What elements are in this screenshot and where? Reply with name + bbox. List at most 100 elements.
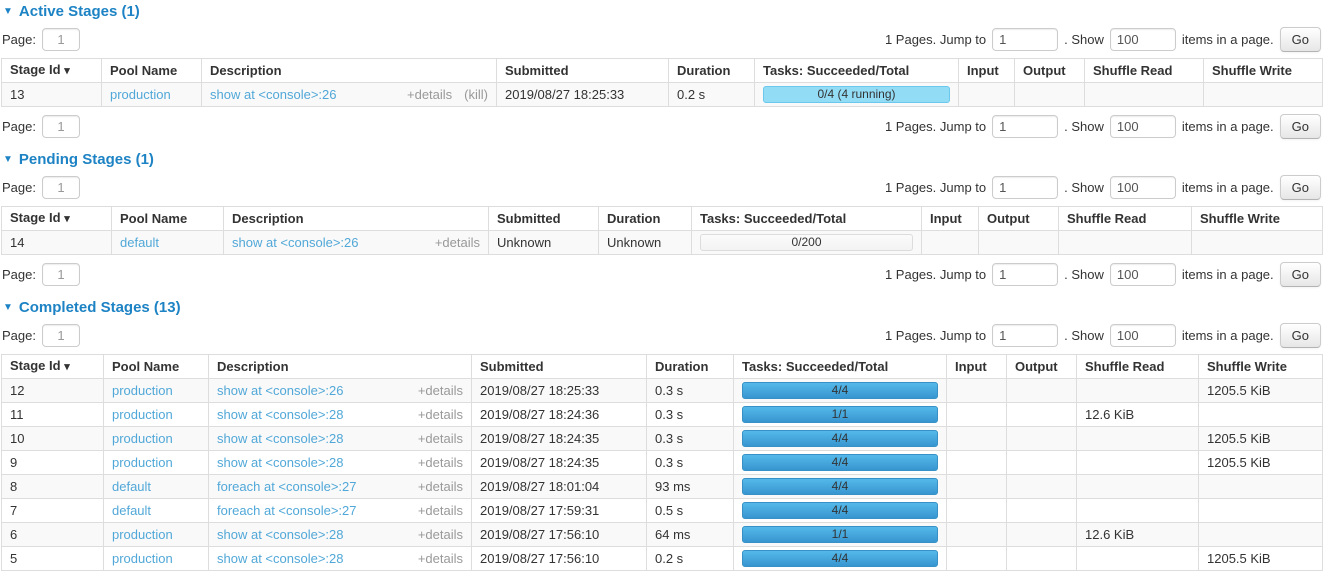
pool-name-link[interactable]: default [112, 479, 151, 494]
items-per-page-input[interactable] [1110, 176, 1176, 199]
pool-name-link[interactable]: production [112, 407, 173, 422]
pool-name-link[interactable]: default [120, 235, 159, 250]
items-per-page-input[interactable] [1110, 263, 1176, 286]
page-input[interactable] [42, 263, 80, 286]
go-button[interactable]: Go [1280, 175, 1321, 200]
col-shuffle-write[interactable]: Shuffle Write [1204, 59, 1323, 83]
description-cell: +details show at <console>:28 [209, 403, 472, 427]
description-actions: +details [418, 503, 463, 518]
col-description[interactable]: Description [224, 207, 489, 231]
col-stage-id[interactable]: Stage Id ▾ [2, 59, 102, 83]
pool-name-link[interactable]: production [112, 455, 173, 470]
details-toggle[interactable]: +details [418, 479, 463, 494]
col-submitted[interactable]: Submitted [497, 59, 669, 83]
input-cell [947, 379, 1007, 403]
details-toggle[interactable]: +details [418, 431, 463, 446]
tasks-progress-bar: 4/4 [742, 550, 938, 567]
description-link[interactable]: show at <console>:26 [232, 235, 358, 250]
go-button[interactable]: Go [1280, 114, 1321, 139]
page-input[interactable] [42, 176, 80, 199]
col-duration[interactable]: Duration [669, 59, 755, 83]
col-input[interactable]: Input [959, 59, 1015, 83]
description-link[interactable]: foreach at <console>:27 [217, 479, 357, 494]
col-description[interactable]: Description [202, 59, 497, 83]
col-description[interactable]: Description [209, 355, 472, 379]
col-tasks[interactable]: Tasks: Succeeded/Total [734, 355, 947, 379]
col-duration[interactable]: Duration [647, 355, 734, 379]
details-toggle[interactable]: +details [418, 383, 463, 398]
description-link[interactable]: show at <console>:28 [217, 551, 343, 566]
pool-name-link[interactable]: production [112, 431, 173, 446]
col-pool-name[interactable]: Pool Name [112, 207, 224, 231]
pages-count-text: 1 Pages. Jump to [885, 328, 986, 343]
section-toggle-completed-stages[interactable]: ▼ Completed Stages (13) [3, 299, 1322, 316]
col-shuffle-write[interactable]: Shuffle Write [1199, 355, 1323, 379]
col-shuffle-read[interactable]: Shuffle Read [1077, 355, 1199, 379]
details-toggle[interactable]: +details [418, 455, 463, 470]
col-shuffle-read[interactable]: Shuffle Read [1059, 207, 1192, 231]
go-button[interactable]: Go [1280, 323, 1321, 348]
col-shuffle-write[interactable]: Shuffle Write [1192, 207, 1323, 231]
details-toggle[interactable]: +details [418, 551, 463, 566]
kill-link[interactable]: (kill) [464, 87, 488, 102]
jump-to-page-input[interactable] [992, 263, 1058, 286]
jump-to-page-input[interactable] [992, 115, 1058, 138]
shuffle-read-cell [1085, 83, 1204, 107]
description-link[interactable]: show at <console>:28 [217, 431, 343, 446]
col-pool-name[interactable]: Pool Name [104, 355, 209, 379]
output-cell [1007, 523, 1077, 547]
col-stage-id[interactable]: Stage Id ▾ [2, 207, 112, 231]
go-button[interactable]: Go [1280, 27, 1321, 52]
col-tasks[interactable]: Tasks: Succeeded/Total [692, 207, 922, 231]
details-toggle[interactable]: +details [418, 503, 463, 518]
description-link[interactable]: show at <console>:28 [217, 527, 343, 542]
details-toggle[interactable]: +details [435, 235, 480, 250]
description-link[interactable]: show at <console>:26 [217, 383, 343, 398]
col-tasks[interactable]: Tasks: Succeeded/Total [755, 59, 959, 83]
section-toggle-active-stages[interactable]: ▼ Active Stages (1) [3, 3, 1322, 20]
duration-cell: 64 ms [647, 523, 734, 547]
pool-name-cell: production [104, 427, 209, 451]
details-toggle[interactable]: +details [418, 407, 463, 422]
col-shuffle-read[interactable]: Shuffle Read [1085, 59, 1204, 83]
items-per-page-input[interactable] [1110, 324, 1176, 347]
jump-to-page-input[interactable] [992, 176, 1058, 199]
shuffle-read-cell [1077, 499, 1199, 523]
description-actions: +details [418, 455, 463, 470]
duration-cell: 0.2 s [647, 547, 734, 571]
col-stage-id[interactable]: Stage Id ▾ [2, 355, 104, 379]
active-stages-table: Stage Id ▾ Pool Name Description Submitt… [1, 58, 1323, 107]
go-button[interactable]: Go [1280, 262, 1321, 287]
pool-name-link[interactable]: production [112, 551, 173, 566]
description-link[interactable]: foreach at <console>:27 [217, 503, 357, 518]
description-link[interactable]: show at <console>:26 [210, 87, 336, 102]
page-input[interactable] [42, 28, 80, 51]
page-input[interactable] [42, 115, 80, 138]
pool-name-link[interactable]: default [112, 503, 151, 518]
page-input[interactable] [42, 324, 80, 347]
items-per-page-input[interactable] [1110, 115, 1176, 138]
col-submitted[interactable]: Submitted [489, 207, 599, 231]
jump-to-page-input[interactable] [992, 324, 1058, 347]
col-duration[interactable]: Duration [599, 207, 692, 231]
section-toggle-pending-stages[interactable]: ▼ Pending Stages (1) [3, 151, 1322, 168]
table-row: 5production+detailsshow at <console>:282… [2, 547, 1323, 571]
col-output[interactable]: Output [979, 207, 1059, 231]
col-output[interactable]: Output [1015, 59, 1085, 83]
details-toggle[interactable]: +details [418, 527, 463, 542]
description-link[interactable]: show at <console>:28 [217, 455, 343, 470]
col-submitted[interactable]: Submitted [472, 355, 647, 379]
col-input[interactable]: Input [947, 355, 1007, 379]
pool-name-link[interactable]: production [110, 87, 171, 102]
description-link[interactable]: show at <console>:28 [217, 407, 343, 422]
table-row: 8default+detailsforeach at <console>:272… [2, 475, 1323, 499]
pool-name-link[interactable]: production [112, 383, 173, 398]
pool-name-link[interactable]: production [112, 527, 173, 542]
col-output[interactable]: Output [1007, 355, 1077, 379]
items-per-page-input[interactable] [1110, 28, 1176, 51]
jump-to-page-input[interactable] [992, 28, 1058, 51]
pool-name-cell: default [104, 499, 209, 523]
col-input[interactable]: Input [922, 207, 979, 231]
details-toggle[interactable]: +details [407, 87, 452, 102]
col-pool-name[interactable]: Pool Name [102, 59, 202, 83]
